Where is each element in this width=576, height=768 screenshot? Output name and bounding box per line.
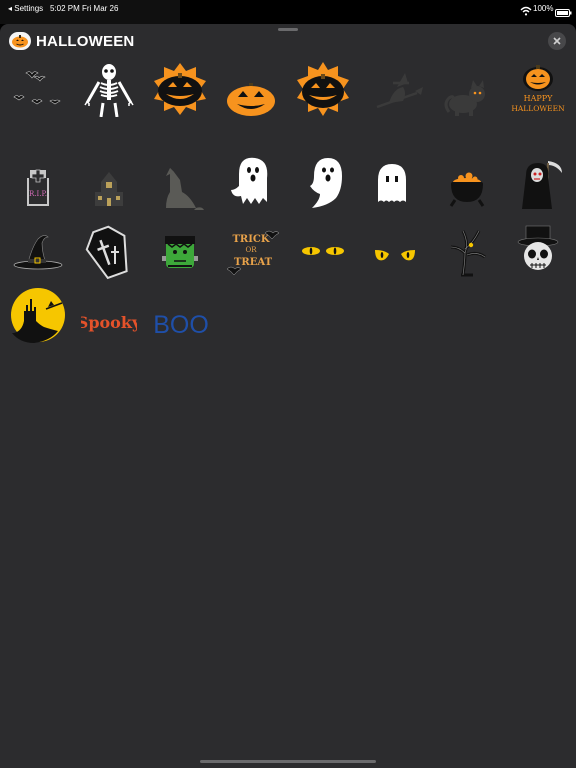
happy-text: HAPPY bbox=[524, 94, 554, 103]
close-button[interactable] bbox=[548, 32, 566, 50]
sticker-spooky-text[interactable]: Spooky bbox=[81, 295, 137, 351]
sticker-cauldron[interactable] bbox=[439, 160, 495, 216]
sticker-cat-eyes[interactable] bbox=[367, 226, 423, 282]
pack-pumpkin-icon bbox=[9, 32, 31, 50]
close-icon bbox=[553, 37, 561, 45]
spooky-label: Spooky bbox=[81, 313, 137, 332]
sticker-coffin[interactable] bbox=[81, 224, 137, 280]
sticker-witch-hat[interactable] bbox=[10, 227, 66, 283]
sticker-pumpkin[interactable] bbox=[223, 61, 279, 117]
sticker-pumpkin-burst-2[interactable] bbox=[295, 61, 351, 117]
status-date: Fri Mar 26 bbox=[82, 4, 119, 13]
sticker-sheet: HALLOWEEN HAPPY HALLOWEEN R.I.P. TRICK O… bbox=[0, 24, 576, 768]
sticker-small-ghost[interactable] bbox=[364, 156, 420, 212]
trick-text: TRICK bbox=[232, 234, 269, 245]
treat-text: TREAT bbox=[234, 257, 273, 268]
sticker-witch-broom[interactable] bbox=[367, 63, 423, 119]
rip-text: R.I.P. bbox=[29, 190, 47, 198]
home-indicator[interactable] bbox=[200, 760, 376, 763]
sticker-boo-text[interactable]: BOO bbox=[153, 295, 209, 351]
sticker-trick-or-treat[interactable]: TRICK OR TREAT bbox=[223, 225, 279, 281]
status-time: 5:02 PM bbox=[50, 4, 80, 13]
sticker-ghost-waving[interactable] bbox=[223, 154, 279, 210]
sticker-tombstone[interactable]: R.I.P. bbox=[10, 160, 66, 216]
sheet-grabber[interactable] bbox=[278, 28, 298, 31]
sticker-frankenstein[interactable] bbox=[152, 226, 208, 282]
boo-label: BOO bbox=[153, 311, 209, 339]
sticker-glowing-eyes[interactable] bbox=[295, 223, 351, 279]
sticker-haunted-house[interactable] bbox=[81, 162, 137, 218]
pack-title: HALLOWEEN bbox=[36, 33, 135, 50]
battery-percentage: 100% bbox=[533, 4, 554, 13]
battery-icon bbox=[555, 4, 572, 17]
sticker-bats[interactable] bbox=[10, 63, 66, 119]
sticker-ghost[interactable] bbox=[296, 154, 352, 210]
sticker-grim-reaper[interactable] bbox=[510, 157, 566, 213]
sticker-spooky-tree[interactable] bbox=[439, 223, 495, 279]
back-to-settings-link[interactable]: ◂ Settings bbox=[8, 4, 43, 14]
sticker-howling-wolf[interactable] bbox=[152, 162, 208, 218]
halloween-text: HALLOWEEN bbox=[511, 104, 565, 113]
sticker-top-hat-skull[interactable] bbox=[510, 222, 566, 278]
status-bar: ◂ Settings 5:02 PM Fri Mar 26 100% bbox=[0, 0, 576, 24]
sticker-black-cat[interactable] bbox=[439, 64, 495, 120]
wifi-icon bbox=[520, 3, 532, 16]
sticker-moon-castle[interactable] bbox=[10, 287, 66, 343]
sticker-happy-halloween[interactable]: HAPPY HALLOWEEN bbox=[510, 61, 566, 117]
sticker-pumpkin-burst[interactable] bbox=[152, 61, 208, 117]
sticker-skeleton[interactable] bbox=[81, 61, 137, 117]
or-text: OR bbox=[245, 246, 257, 254]
